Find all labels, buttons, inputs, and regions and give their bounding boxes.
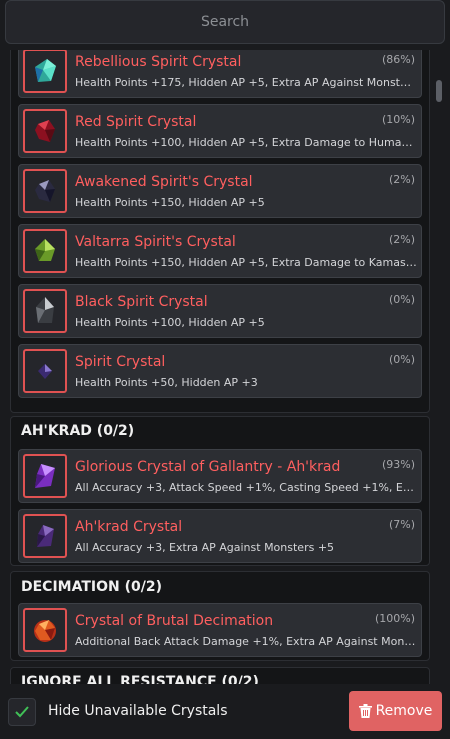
crystal-description: All Accuracy +3, Extra AP Against Monste… [75, 541, 335, 554]
spirit-crystal-icon [23, 349, 67, 393]
crystal-item-red-spirit[interactable]: Red Spirit Crystal (10%) Health Points +… [18, 104, 422, 158]
crystal-item-spirit[interactable]: Spirit Crystal (0%) Health Points +50, H… [18, 344, 422, 398]
group-spirit: Rebellious Spirit Crystal (86%) Health P… [10, 50, 430, 413]
scrollbar-thumb[interactable] [436, 80, 442, 102]
black-spirit-crystal-icon [23, 289, 67, 333]
ahkrad-crystal-icon [23, 514, 67, 558]
crystal-description: All Accuracy +3, Attack Speed +1%, Casti… [75, 481, 417, 494]
crystal-description: Health Points +150, Hidden AP +5, Extra … [75, 256, 417, 269]
crystal-item-valtarra-spirit[interactable]: Valtarra Spirit's Crystal (2%) Health Po… [18, 224, 422, 278]
group-ahkrad: AH'KRAD (0/2) Glorious Crystal of Gallan… [10, 416, 430, 566]
footer-bar: Hide Unavailable Crystals Remove [0, 684, 450, 739]
crystal-name: Valtarra Spirit's Crystal [75, 234, 236, 250]
crystal-item-brutal-decimation[interactable]: Crystal of Brutal Decimation (100%) Addi… [18, 603, 422, 657]
rebellious-spirit-crystal-icon [23, 50, 67, 93]
crystal-percent: (100%) [374, 612, 415, 625]
crystal-description: Health Points +50, Hidden AP +3 [75, 376, 258, 389]
glorious-gallantry-crystal-icon [23, 454, 67, 498]
remove-label: Remove [375, 703, 433, 719]
crystal-description: Health Points +100, Hidden AP +5, Extra … [75, 136, 417, 149]
group-ignore-all-resistance: IGNORE ALL RESISTANCE (0/2) [10, 667, 430, 684]
crystal-percent: (10%) [381, 113, 415, 126]
crystal-name: Ah'krad Crystal [75, 519, 183, 535]
hide-unavailable-label: Hide Unavailable Crystals [48, 703, 228, 719]
remove-button[interactable]: Remove [349, 691, 442, 731]
group-header: DECIMATION (0/2) [21, 579, 162, 595]
search-input[interactable] [5, 0, 445, 44]
group-decimation: DECIMATION (0/2) Crystal of Brutal Decim… [10, 571, 430, 661]
crystal-item-glorious-gallantry[interactable]: Glorious Crystal of Gallantry - Ah'krad … [18, 449, 422, 503]
crystal-item-awakened-spirit[interactable]: Awakened Spirit's Crystal (2%) Health Po… [18, 164, 422, 218]
group-header: IGNORE ALL RESISTANCE (0/2) [21, 674, 259, 684]
crystal-percent: (93%) [381, 458, 415, 471]
crystal-name: Crystal of Brutal Decimation [75, 613, 274, 629]
crystal-item-rebellious-spirit[interactable]: Rebellious Spirit Crystal (86%) Health P… [18, 50, 422, 98]
crystal-name: Glorious Crystal of Gallantry - Ah'krad [75, 459, 341, 475]
crystal-item-black-spirit[interactable]: Black Spirit Crystal (0%) Health Points … [18, 284, 422, 338]
crystal-description: Health Points +150, Hidden AP +5 [75, 196, 265, 209]
crystal-name: Awakened Spirit's Crystal [75, 174, 253, 190]
crystal-item-ahkrad[interactable]: Ah'krad Crystal (7%) All Accuracy +3, Ex… [18, 509, 422, 563]
brutal-decimation-crystal-icon [23, 608, 67, 652]
crystal-percent: (2%) [388, 233, 415, 246]
crystal-percent: (2%) [388, 173, 415, 186]
trash-icon [358, 704, 372, 718]
crystal-name: Rebellious Spirit Crystal [75, 54, 242, 70]
crystal-percent: (0%) [388, 293, 415, 306]
valtarra-spirit-crystal-icon [23, 229, 67, 273]
checkmark-icon [15, 706, 29, 718]
crystal-percent: (86%) [381, 53, 415, 66]
crystal-list[interactable]: Rebellious Spirit Crystal (86%) Health P… [0, 50, 450, 684]
crystal-name: Red Spirit Crystal [75, 114, 197, 130]
scrollbar-track[interactable] [436, 50, 442, 684]
crystal-percent: (7%) [388, 518, 415, 531]
red-spirit-crystal-icon [23, 109, 67, 153]
crystal-name: Black Spirit Crystal [75, 294, 208, 310]
crystal-description: Additional Back Attack Damage +1%, Extra… [75, 635, 417, 648]
crystal-description: Health Points +175, Hidden AP +5, Extra … [75, 76, 417, 89]
hide-unavailable-checkbox[interactable] [8, 698, 36, 726]
awakened-spirit-crystal-icon [23, 169, 67, 213]
crystal-name: Spirit Crystal [75, 354, 166, 370]
crystal-percent: (0%) [388, 353, 415, 366]
crystal-description: Health Points +100, Hidden AP +5 [75, 316, 265, 329]
group-header: AH'KRAD (0/2) [21, 423, 135, 439]
